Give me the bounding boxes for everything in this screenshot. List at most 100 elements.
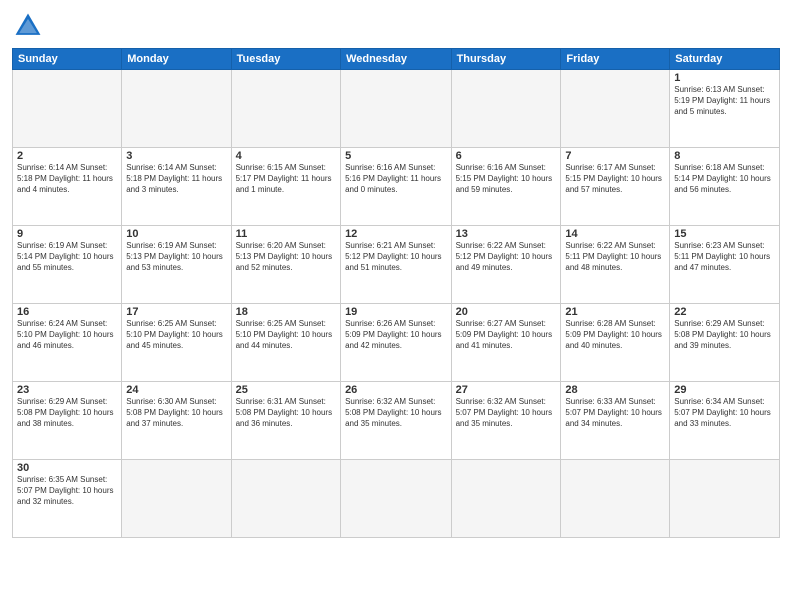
day-info: Sunrise: 6:22 AM Sunset: 5:11 PM Dayligh… [565,241,665,273]
logo-icon [12,10,44,42]
day-number: 11 [236,228,336,240]
day-number: 18 [236,306,336,318]
calendar-cell: 30Sunrise: 6:35 AM Sunset: 5:07 PM Dayli… [13,460,122,538]
day-info: Sunrise: 6:29 AM Sunset: 5:08 PM Dayligh… [17,397,117,429]
day-number: 26 [345,384,447,396]
day-info: Sunrise: 6:14 AM Sunset: 5:18 PM Dayligh… [126,163,226,195]
calendar-cell: 28Sunrise: 6:33 AM Sunset: 5:07 PM Dayli… [561,382,670,460]
day-info: Sunrise: 6:18 AM Sunset: 5:14 PM Dayligh… [674,163,775,195]
calendar-header-friday: Friday [561,49,670,70]
calendar-cell: 3Sunrise: 6:14 AM Sunset: 5:18 PM Daylig… [122,148,231,226]
day-number: 28 [565,384,665,396]
calendar-header-saturday: Saturday [670,49,780,70]
day-info: Sunrise: 6:27 AM Sunset: 5:09 PM Dayligh… [456,319,557,351]
calendar-cell: 23Sunrise: 6:29 AM Sunset: 5:08 PM Dayli… [13,382,122,460]
calendar-cell: 5Sunrise: 6:16 AM Sunset: 5:16 PM Daylig… [341,148,452,226]
calendar-cell [561,70,670,148]
calendar-cell [122,460,231,538]
calendar-cell: 4Sunrise: 6:15 AM Sunset: 5:17 PM Daylig… [231,148,340,226]
day-number: 24 [126,384,226,396]
calendar-week-5: 30Sunrise: 6:35 AM Sunset: 5:07 PM Dayli… [13,460,780,538]
day-number: 4 [236,150,336,162]
day-number: 23 [17,384,117,396]
day-number: 27 [456,384,557,396]
day-number: 5 [345,150,447,162]
day-info: Sunrise: 6:30 AM Sunset: 5:08 PM Dayligh… [126,397,226,429]
day-number: 9 [17,228,117,240]
day-info: Sunrise: 6:14 AM Sunset: 5:18 PM Dayligh… [17,163,117,195]
day-number: 29 [674,384,775,396]
calendar-cell: 13Sunrise: 6:22 AM Sunset: 5:12 PM Dayli… [451,226,561,304]
day-info: Sunrise: 6:15 AM Sunset: 5:17 PM Dayligh… [236,163,336,195]
day-number: 30 [17,462,117,474]
calendar-cell [670,460,780,538]
day-number: 14 [565,228,665,240]
calendar-cell [341,460,452,538]
day-info: Sunrise: 6:17 AM Sunset: 5:15 PM Dayligh… [565,163,665,195]
calendar-cell: 25Sunrise: 6:31 AM Sunset: 5:08 PM Dayli… [231,382,340,460]
day-info: Sunrise: 6:23 AM Sunset: 5:11 PM Dayligh… [674,241,775,273]
calendar-cell: 12Sunrise: 6:21 AM Sunset: 5:12 PM Dayli… [341,226,452,304]
day-info: Sunrise: 6:31 AM Sunset: 5:08 PM Dayligh… [236,397,336,429]
day-info: Sunrise: 6:26 AM Sunset: 5:09 PM Dayligh… [345,319,447,351]
day-info: Sunrise: 6:32 AM Sunset: 5:07 PM Dayligh… [456,397,557,429]
calendar-header-thursday: Thursday [451,49,561,70]
day-number: 3 [126,150,226,162]
day-number: 7 [565,150,665,162]
day-number: 16 [17,306,117,318]
day-number: 1 [674,72,775,84]
calendar-cell: 1Sunrise: 6:13 AM Sunset: 5:19 PM Daylig… [670,70,780,148]
day-info: Sunrise: 6:22 AM Sunset: 5:12 PM Dayligh… [456,241,557,273]
header [12,10,780,42]
calendar-week-2: 9Sunrise: 6:19 AM Sunset: 5:14 PM Daylig… [13,226,780,304]
day-number: 2 [17,150,117,162]
calendar-header-row: SundayMondayTuesdayWednesdayThursdayFrid… [13,49,780,70]
day-info: Sunrise: 6:13 AM Sunset: 5:19 PM Dayligh… [674,85,775,117]
calendar-cell [122,70,231,148]
day-info: Sunrise: 6:19 AM Sunset: 5:14 PM Dayligh… [17,241,117,273]
page: SundayMondayTuesdayWednesdayThursdayFrid… [0,0,792,612]
day-info: Sunrise: 6:24 AM Sunset: 5:10 PM Dayligh… [17,319,117,351]
calendar-cell: 27Sunrise: 6:32 AM Sunset: 5:07 PM Dayli… [451,382,561,460]
calendar-week-4: 23Sunrise: 6:29 AM Sunset: 5:08 PM Dayli… [13,382,780,460]
calendar-cell: 15Sunrise: 6:23 AM Sunset: 5:11 PM Dayli… [670,226,780,304]
day-number: 17 [126,306,226,318]
calendar-header-tuesday: Tuesday [231,49,340,70]
day-number: 22 [674,306,775,318]
calendar-cell: 11Sunrise: 6:20 AM Sunset: 5:13 PM Dayli… [231,226,340,304]
day-info: Sunrise: 6:25 AM Sunset: 5:10 PM Dayligh… [126,319,226,351]
calendar-cell [13,70,122,148]
calendar-cell: 9Sunrise: 6:19 AM Sunset: 5:14 PM Daylig… [13,226,122,304]
calendar-cell: 2Sunrise: 6:14 AM Sunset: 5:18 PM Daylig… [13,148,122,226]
day-info: Sunrise: 6:21 AM Sunset: 5:12 PM Dayligh… [345,241,447,273]
calendar-cell: 29Sunrise: 6:34 AM Sunset: 5:07 PM Dayli… [670,382,780,460]
calendar-table: SundayMondayTuesdayWednesdayThursdayFrid… [12,48,780,538]
calendar-cell [231,460,340,538]
day-info: Sunrise: 6:33 AM Sunset: 5:07 PM Dayligh… [565,397,665,429]
day-number: 21 [565,306,665,318]
calendar-cell [561,460,670,538]
calendar-cell: 26Sunrise: 6:32 AM Sunset: 5:08 PM Dayli… [341,382,452,460]
calendar-cell: 19Sunrise: 6:26 AM Sunset: 5:09 PM Dayli… [341,304,452,382]
day-number: 25 [236,384,336,396]
calendar-week-0: 1Sunrise: 6:13 AM Sunset: 5:19 PM Daylig… [13,70,780,148]
day-number: 6 [456,150,557,162]
calendar-cell: 6Sunrise: 6:16 AM Sunset: 5:15 PM Daylig… [451,148,561,226]
calendar-cell: 17Sunrise: 6:25 AM Sunset: 5:10 PM Dayli… [122,304,231,382]
calendar-cell: 21Sunrise: 6:28 AM Sunset: 5:09 PM Dayli… [561,304,670,382]
calendar-cell [231,70,340,148]
calendar-header-sunday: Sunday [13,49,122,70]
day-number: 19 [345,306,447,318]
calendar-cell: 10Sunrise: 6:19 AM Sunset: 5:13 PM Dayli… [122,226,231,304]
calendar-cell: 22Sunrise: 6:29 AM Sunset: 5:08 PM Dayli… [670,304,780,382]
day-info: Sunrise: 6:29 AM Sunset: 5:08 PM Dayligh… [674,319,775,351]
calendar-cell [451,70,561,148]
day-number: 13 [456,228,557,240]
calendar-header-wednesday: Wednesday [341,49,452,70]
day-info: Sunrise: 6:25 AM Sunset: 5:10 PM Dayligh… [236,319,336,351]
calendar-cell: 8Sunrise: 6:18 AM Sunset: 5:14 PM Daylig… [670,148,780,226]
day-info: Sunrise: 6:34 AM Sunset: 5:07 PM Dayligh… [674,397,775,429]
calendar-cell: 20Sunrise: 6:27 AM Sunset: 5:09 PM Dayli… [451,304,561,382]
day-number: 20 [456,306,557,318]
calendar-cell: 7Sunrise: 6:17 AM Sunset: 5:15 PM Daylig… [561,148,670,226]
